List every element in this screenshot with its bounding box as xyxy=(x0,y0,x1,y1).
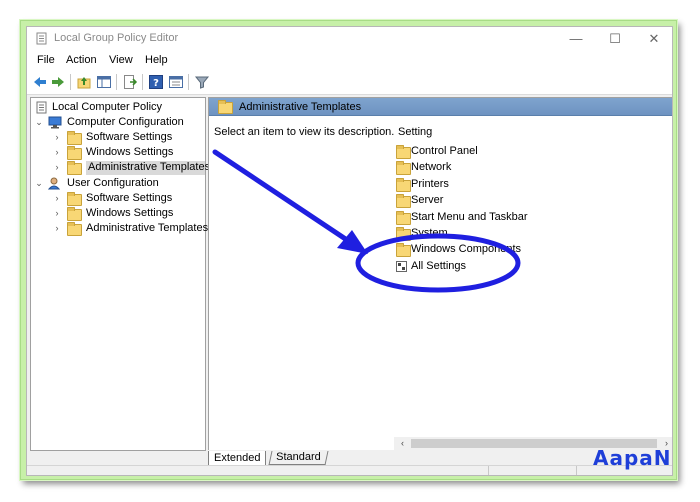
window-title: Local Group Policy Editor xyxy=(54,32,179,44)
chevron-right-icon[interactable]: › xyxy=(52,130,62,145)
details-header: Administrative Templates xyxy=(209,98,672,116)
chevron-right-icon[interactable]: › xyxy=(52,221,62,236)
folder-icon xyxy=(67,192,82,206)
toolbar-separator xyxy=(188,74,189,90)
maximize-button[interactable]: ☐ xyxy=(597,27,633,51)
folder-icon xyxy=(67,131,82,145)
menu-help[interactable]: Help xyxy=(145,54,168,66)
toolbar-separator xyxy=(70,74,71,90)
properties-icon[interactable] xyxy=(168,74,184,90)
details-pane: Administrative Templates Select an item … xyxy=(208,97,672,450)
description-text: Select an item to view its description. xyxy=(214,126,395,138)
tree-item-software-settings[interactable]: › Software Settings xyxy=(31,130,205,145)
show-hide-tree-icon[interactable] xyxy=(96,74,112,90)
menu-bar: File Action View Help xyxy=(27,51,672,70)
chevron-down-icon[interactable]: ⌄ xyxy=(34,176,44,191)
help-icon[interactable]: ? xyxy=(148,74,164,90)
chevron-right-icon[interactable]: › xyxy=(52,191,62,206)
screenshot-frame: Local Group Policy Editor — ☐ ✕ File Act… xyxy=(20,20,677,480)
computer-icon xyxy=(48,116,62,129)
tree-label: Computer Configuration xyxy=(67,116,184,128)
folder-icon xyxy=(396,161,411,175)
chevron-right-icon[interactable]: › xyxy=(52,206,62,221)
tab-standard-label: Standard xyxy=(276,451,321,463)
folder-icon xyxy=(218,100,233,114)
filter-icon[interactable] xyxy=(194,74,210,90)
tree-label: Administrative Templates xyxy=(86,222,209,234)
back-arrow-icon[interactable] xyxy=(32,74,48,90)
list-item-label: Server xyxy=(411,194,444,206)
tree-item-administrative-templates[interactable]: › Administrative Templates xyxy=(31,221,209,236)
folder-icon xyxy=(396,194,411,208)
list-item-label: Printers xyxy=(411,178,449,190)
details-header-title: Administrative Templates xyxy=(239,101,362,113)
app-window: Local Group Policy Editor — ☐ ✕ File Act… xyxy=(26,26,673,476)
chevron-right-icon[interactable]: › xyxy=(52,160,62,175)
list-item-label: All Settings xyxy=(411,260,467,272)
minimize-button[interactable]: — xyxy=(558,27,594,51)
tree-item-computer-configuration[interactable]: ⌄ Computer Configuration xyxy=(31,115,205,130)
tree-item-windows-settings[interactable]: › Windows Settings xyxy=(31,206,205,221)
list-item-label: Network xyxy=(411,161,452,173)
policy-icon xyxy=(36,101,47,114)
status-divider xyxy=(488,466,489,475)
watermark-text: AapaN xyxy=(593,446,672,470)
export-list-icon[interactable] xyxy=(122,74,138,90)
tree-label: Local Computer Policy xyxy=(52,101,163,113)
folder-icon xyxy=(67,161,82,175)
list-item-label: Control Panel xyxy=(411,145,478,157)
tab-extended[interactable]: Extended xyxy=(208,451,267,466)
menu-view[interactable]: View xyxy=(109,54,133,66)
list-item-label: Start Menu and Taskbar xyxy=(411,211,528,223)
tree-label: Windows Settings xyxy=(86,207,174,219)
close-button[interactable]: ✕ xyxy=(636,27,672,51)
tree-item-software-settings[interactable]: › Software Settings xyxy=(31,191,205,206)
menu-file[interactable]: File xyxy=(37,54,55,66)
folder-icon xyxy=(396,227,411,241)
tree-item-administrative-templates-selected[interactable]: › Administrative Templates xyxy=(31,160,210,175)
setting-column-header[interactable]: Setting xyxy=(398,126,432,138)
list-item-label: Windows Components xyxy=(411,243,522,255)
toolbar: ? xyxy=(27,70,672,95)
title-bar: Local Group Policy Editor — ☐ ✕ xyxy=(27,27,672,51)
tree-label: Software Settings xyxy=(86,131,173,143)
tree-item-user-configuration[interactable]: ⌄ User Configuration xyxy=(31,176,205,191)
tree-item-windows-settings[interactable]: › Windows Settings xyxy=(31,145,205,160)
settings-list-icon xyxy=(396,261,407,272)
scroll-left-icon[interactable]: ‹ xyxy=(396,437,409,450)
svg-text:?: ? xyxy=(153,78,159,89)
chevron-down-icon[interactable]: ⌄ xyxy=(34,115,44,130)
folder-icon xyxy=(396,178,411,192)
toolbar-separator xyxy=(116,74,117,90)
tree-label: Administrative Templates xyxy=(88,161,211,173)
tab-standard[interactable]: Standard xyxy=(268,451,329,465)
tree-item-local-computer-policy[interactable]: Local Computer Policy xyxy=(31,100,205,115)
tree-pane: Local Computer Policy ⌄ Computer Configu… xyxy=(30,97,210,451)
user-icon xyxy=(48,177,61,190)
tree-label: Windows Settings xyxy=(86,146,174,158)
folder-icon xyxy=(67,146,82,160)
folder-icon xyxy=(67,222,82,236)
status-divider xyxy=(576,466,577,475)
folder-icon xyxy=(67,207,82,221)
forward-arrow-icon[interactable] xyxy=(50,74,66,90)
up-folder-icon[interactable] xyxy=(76,74,92,90)
list-item-label: System xyxy=(411,227,448,239)
chevron-right-icon[interactable]: › xyxy=(52,145,62,160)
tree-label: Software Settings xyxy=(86,192,173,204)
policy-editor-icon xyxy=(36,32,47,45)
toolbar-separator xyxy=(142,74,143,90)
status-bar xyxy=(27,465,672,475)
menu-action[interactable]: Action xyxy=(66,54,97,66)
folder-icon xyxy=(396,211,411,225)
folder-icon xyxy=(396,243,411,257)
tree-label: User Configuration xyxy=(67,177,159,189)
folder-icon xyxy=(396,145,411,159)
